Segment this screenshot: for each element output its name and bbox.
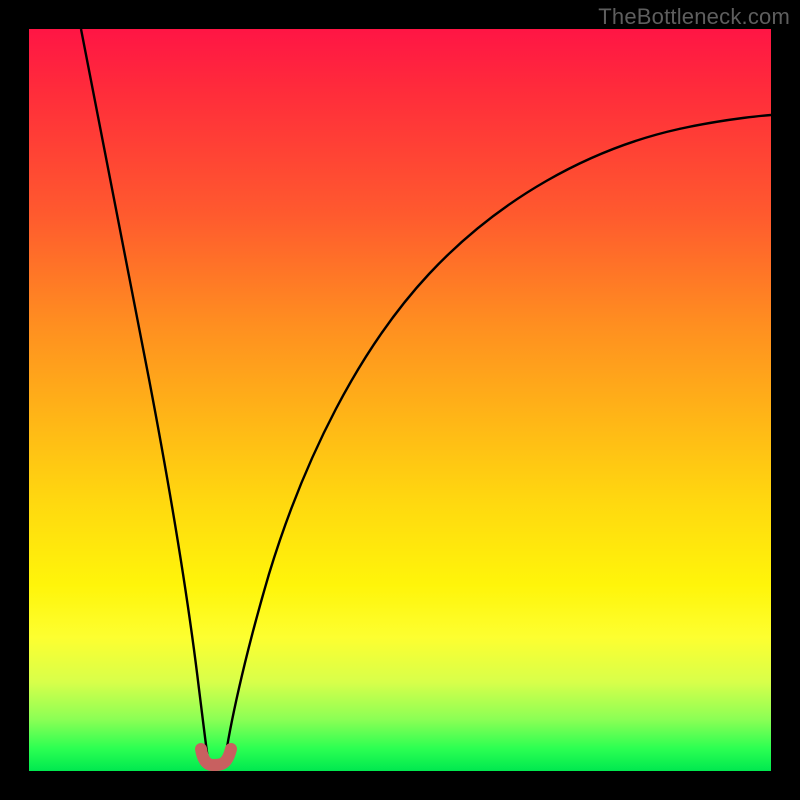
- curve-right-branch: [224, 115, 771, 767]
- curve-left-branch: [81, 29, 209, 767]
- chart-svg: [29, 29, 771, 771]
- outer-frame: TheBottleneck.com: [0, 0, 800, 800]
- watermark-text: TheBottleneck.com: [598, 4, 790, 30]
- plot-area: [29, 29, 771, 771]
- minimum-marker: [201, 749, 231, 765]
